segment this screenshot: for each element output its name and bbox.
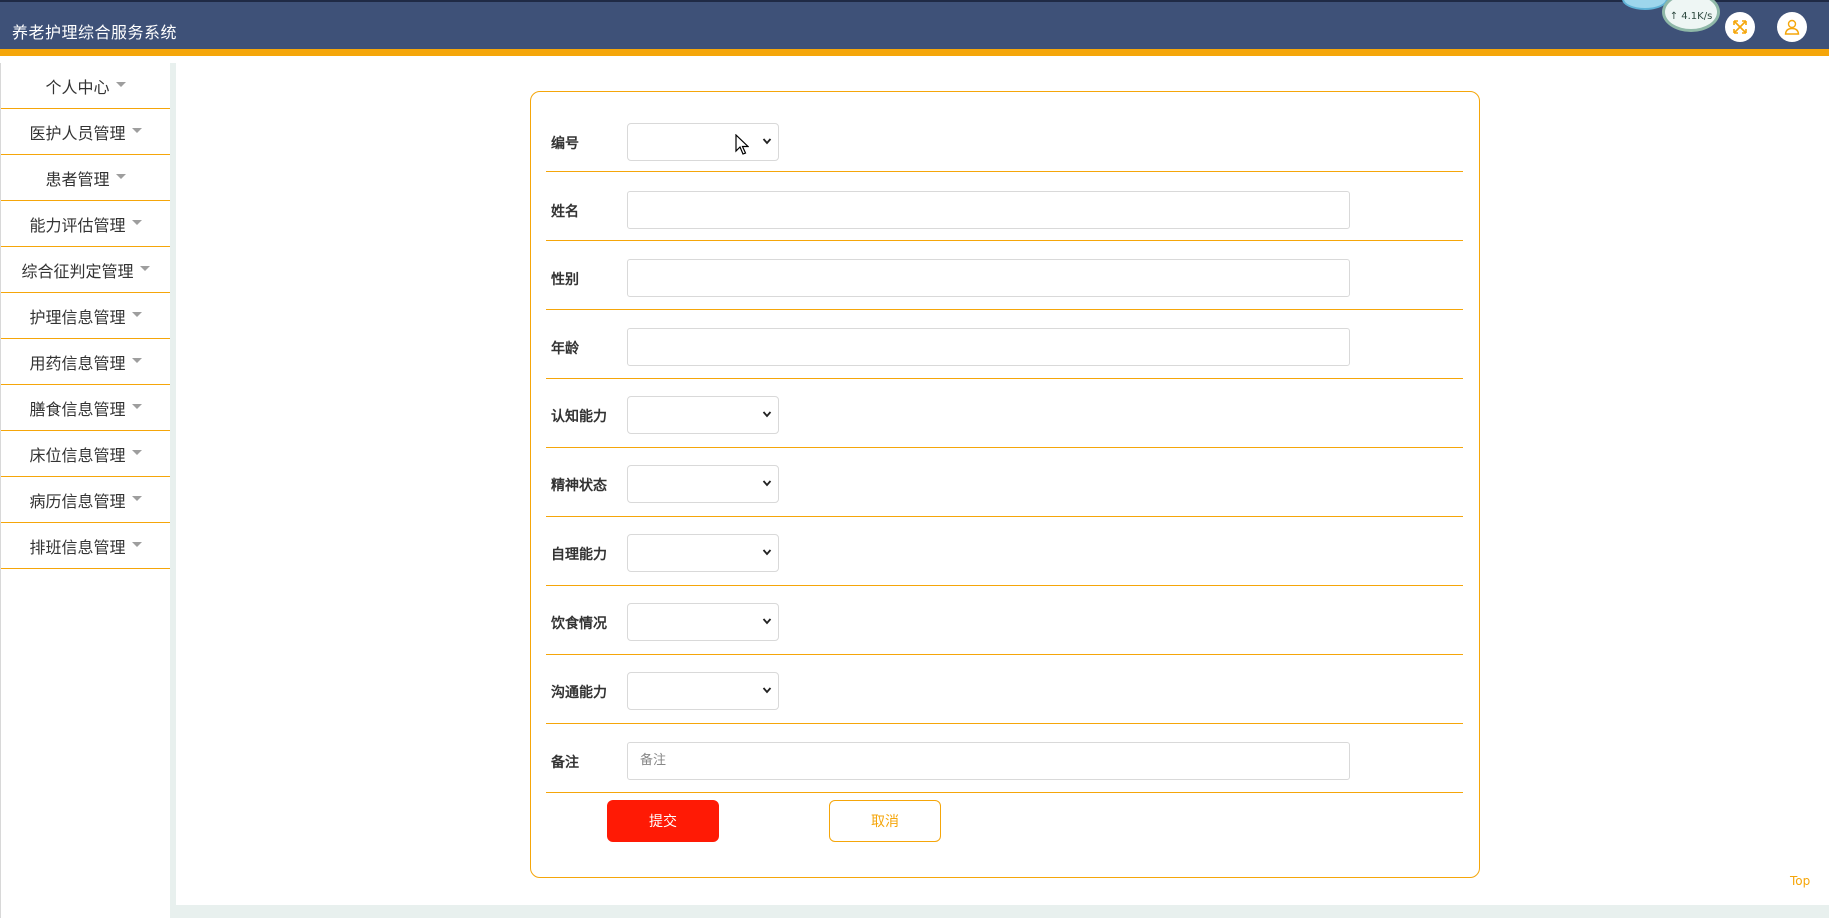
caret-down-icon [131, 358, 142, 363]
caret-down-icon [131, 542, 142, 547]
sidebar: 个人中心 医护人员管理 患者管理 能力评估管理 综合征判定管理 护理信息管理 用… [0, 63, 170, 918]
field-label: 性别 [551, 272, 579, 288]
mental-select[interactable] [627, 465, 779, 503]
field-label: 姓名 [551, 204, 579, 220]
mouse-cursor-icon [735, 134, 749, 155]
caret-down-icon [115, 82, 126, 87]
form-row-mental: 精神状态 [546, 448, 1463, 517]
sidebar-item-label: 护理信息管理 [29, 307, 126, 327]
chevron-down-icon [762, 549, 772, 556]
sidebar-item-label: 医护人员管理 [29, 123, 126, 143]
sidebar-item-nursing[interactable]: 护理信息管理 [1, 293, 170, 339]
cognitive-select[interactable] [627, 396, 779, 434]
sidebar-item-patients[interactable]: 患者管理 [1, 155, 170, 201]
sidebar-item-label: 用药信息管理 [29, 353, 126, 373]
field-label: 备注 [551, 755, 579, 771]
chevron-down-icon [762, 687, 772, 694]
caret-down-icon [131, 450, 142, 455]
caret-down-icon [115, 174, 126, 179]
chevron-down-icon [762, 480, 772, 487]
form-row-number: 编号 [546, 92, 1463, 172]
gender-input[interactable] [627, 259, 1350, 297]
sidebar-item-label: 排班信息管理 [29, 537, 126, 557]
form-row-age: 年龄 [546, 310, 1463, 379]
form-row-diet: 饮食情况 [546, 586, 1463, 655]
form-row-communication: 沟通能力 [546, 655, 1463, 724]
sidebar-item-label: 患者管理 [45, 169, 110, 189]
chevron-down-icon [762, 411, 772, 418]
caret-down-icon [131, 496, 142, 501]
sidebar-item-medical-staff[interactable]: 医护人员管理 [1, 109, 170, 155]
caret-down-icon [131, 404, 142, 409]
field-label: 自理能力 [551, 547, 607, 563]
back-to-top-link[interactable]: Top [1790, 874, 1810, 888]
network-speed-text: ↑ 4.1K/s [1669, 11, 1713, 22]
sidebar-item-records[interactable]: 病历信息管理 [1, 477, 170, 523]
field-label: 饮食情况 [551, 616, 607, 632]
fullscreen-icon [1733, 20, 1747, 34]
selfcare-select[interactable] [627, 534, 779, 572]
sidebar-item-syndrome[interactable]: 综合征判定管理 [1, 247, 170, 293]
fullscreen-button[interactable] [1725, 12, 1755, 42]
diet-select[interactable] [627, 603, 779, 641]
field-label: 年龄 [551, 341, 579, 357]
sidebar-item-label: 膳食信息管理 [29, 399, 126, 419]
field-label: 认知能力 [551, 409, 607, 425]
form-row-name: 姓名 [546, 172, 1463, 241]
remark-input[interactable]: 备注 [627, 742, 1350, 780]
sidebar-item-label: 个人中心 [45, 77, 110, 97]
sidebar-item-personal-center[interactable]: 个人中心 [1, 63, 170, 109]
app-root: 养老护理综合服务系统 ↑ 4.1K/s 个人中心 医护人员管理 患者管理 能力评… [0, 0, 1839, 918]
patient-form-card: 编号 姓名 性别 年龄 认知能力 精神状态 自理能力 饮食情况 沟通能力 备注 … [530, 91, 1480, 878]
top-header: 养老护理综合服务系统 [0, 0, 1829, 56]
form-row-selfcare: 自理能力 [546, 517, 1463, 586]
field-label: 沟通能力 [551, 685, 607, 701]
app-title: 养老护理综合服务系统 [12, 23, 178, 42]
communication-select[interactable] [627, 672, 779, 710]
sidebar-item-meals[interactable]: 膳食信息管理 [1, 385, 170, 431]
chevron-down-icon [762, 618, 772, 625]
caret-down-icon [131, 220, 142, 225]
sidebar-item-beds[interactable]: 床位信息管理 [1, 431, 170, 477]
caret-down-icon [131, 128, 142, 133]
user-icon [1784, 19, 1800, 35]
sidebar-item-schedule[interactable]: 排班信息管理 [1, 523, 170, 569]
field-label: 编号 [551, 136, 579, 152]
sidebar-item-medication[interactable]: 用药信息管理 [1, 339, 170, 385]
form-row-cognitive: 认知能力 [546, 379, 1463, 448]
name-input[interactable] [627, 191, 1350, 229]
sidebar-item-label: 能力评估管理 [29, 215, 126, 235]
age-input[interactable] [627, 328, 1350, 366]
chevron-down-icon [762, 138, 772, 145]
form-row-gender: 性别 [546, 241, 1463, 310]
right-edge [1829, 0, 1839, 918]
number-select[interactable] [627, 123, 779, 161]
caret-down-icon [131, 312, 142, 317]
sidebar-item-label: 病历信息管理 [29, 491, 126, 511]
form-row-remark: 备注 备注 [546, 724, 1463, 793]
submit-button[interactable]: 提交 [607, 800, 719, 842]
sidebar-item-ability-assessment[interactable]: 能力评估管理 [1, 201, 170, 247]
user-button[interactable] [1777, 12, 1807, 42]
caret-down-icon [139, 266, 150, 271]
sidebar-item-label: 综合征判定管理 [21, 261, 134, 281]
sidebar-item-label: 床位信息管理 [29, 445, 126, 465]
field-label: 精神状态 [551, 478, 607, 494]
cancel-button[interactable]: 取消 [829, 800, 941, 842]
